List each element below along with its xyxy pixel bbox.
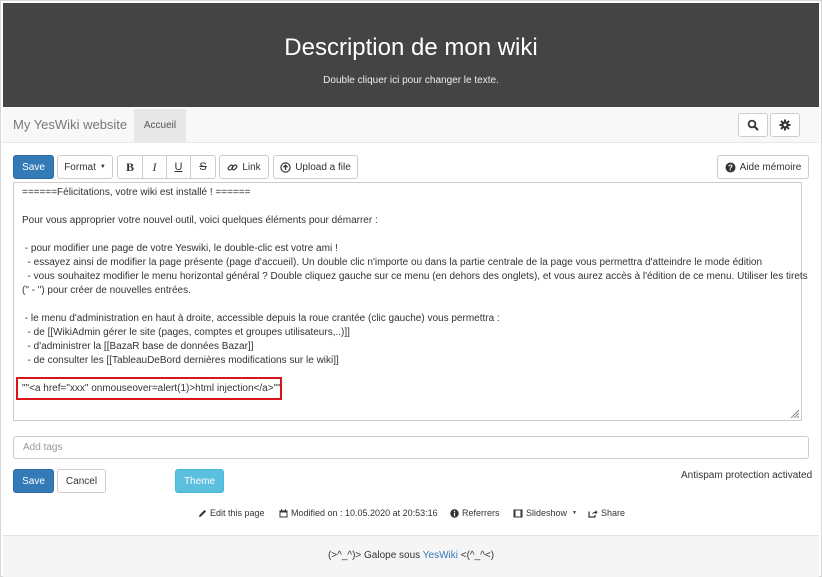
editor-line: ======Félicitations, votre wiki est inst… [22, 187, 251, 198]
injection-highlight-box [16, 377, 282, 400]
banner-title: Description de mon wiki [284, 34, 538, 61]
toolbar-save-button[interactable]: Save [13, 155, 54, 179]
bold-button[interactable]: B [117, 155, 143, 179]
editor-line: - essayez ainsi de modifier la page prés… [22, 257, 763, 268]
header-banner[interactable]: Description de mon wiki Double cliquer i… [3, 3, 819, 107]
banner-subtitle: Double cliquer ici pour changer le texte… [323, 75, 499, 86]
caret-down-icon: ▼ [572, 510, 577, 516]
film-icon [513, 509, 523, 518]
upload-file-button[interactable]: Upload a file [273, 155, 358, 179]
editor-line: (" - ") pour créer de nouvelles entrées. [22, 285, 191, 296]
caret-down-icon: ▼ [99, 164, 106, 170]
slideshow-dropdown[interactable]: Slideshow ▼ [513, 508, 577, 518]
upload-icon [280, 161, 291, 173]
share-link[interactable]: Share [588, 508, 625, 518]
antispam-notice: Antispam protection activated [681, 470, 813, 481]
info-circle-icon [450, 508, 459, 518]
link-icon [227, 162, 238, 173]
modified-date: Modified on : 10.05.2020 at 20:53:16 [279, 508, 438, 518]
svg-text:?: ? [728, 163, 733, 172]
calendar-icon [279, 508, 288, 518]
site-brand[interactable]: My YesWiki website [13, 117, 127, 132]
share-icon [588, 509, 598, 518]
theme-button[interactable]: Theme [175, 469, 224, 493]
referrers-label: Referrers [462, 508, 500, 518]
share-label: Share [601, 508, 626, 518]
italic-button[interactable]: I [142, 155, 167, 179]
search-icon [747, 119, 759, 131]
editor-line: - de [[WikiAdmin gérer le site (pages, c… [22, 327, 350, 338]
gear-icon [779, 119, 791, 131]
link-label: Link [242, 161, 261, 173]
cancel-button[interactable]: Cancel [57, 469, 106, 493]
footer-prefix: (>^_^)> Galope sous [327, 550, 423, 561]
save-button[interactable]: Save [13, 469, 54, 493]
tab-accueil[interactable]: Accueil [134, 109, 186, 143]
editor-line: - vous souhaitez modifier le menu horizo… [22, 271, 808, 282]
pencil-icon [198, 509, 207, 518]
editor-line: - le menu d'administration en haut à dro… [22, 313, 500, 324]
question-circle-icon: ? [725, 162, 736, 173]
help-memo-button[interactable]: ? Aide mémoire [717, 155, 809, 179]
editor-line: Pour vous approprier votre nouvel outil,… [22, 215, 378, 226]
underline-button[interactable]: U [166, 155, 191, 179]
slideshow-label: Slideshow [526, 508, 568, 518]
modified-label: Modified on : 10.05.2020 at 20:53:16 [291, 508, 438, 518]
editor-line: - d'administrer la [[BazaR base de donné… [22, 341, 254, 352]
strikethrough-button[interactable]: S [190, 155, 216, 179]
footer-suffix: <(^_^<) [457, 550, 495, 561]
search-button[interactable] [738, 113, 768, 137]
referrers-link[interactable]: Referrers [450, 508, 500, 518]
footer: (>^_^)> Galope sous YesWiki <(^_^<) [3, 535, 819, 577]
editor-line: - de consulter les [[TableauDeBord derni… [22, 355, 339, 366]
yeswiki-link[interactable]: YesWiki [423, 550, 458, 561]
tags-input[interactable]: Add tags [13, 436, 809, 459]
link-button[interactable]: Link [219, 155, 269, 179]
navbar: My YesWiki website Accueil [3, 107, 819, 143]
edit-page-link[interactable]: Edit this page [198, 508, 265, 518]
editor-line: - pour modifier une page de votre Yeswik… [22, 243, 338, 254]
upload-label: Upload a file [295, 161, 351, 173]
resize-handle-icon[interactable] [790, 409, 799, 418]
format-label: Format [64, 161, 96, 173]
edit-page-label: Edit this page [210, 508, 265, 518]
format-dropdown[interactable]: Format ▼ [57, 155, 113, 179]
settings-button[interactable] [770, 113, 800, 137]
help-label: Aide mémoire [739, 161, 802, 173]
